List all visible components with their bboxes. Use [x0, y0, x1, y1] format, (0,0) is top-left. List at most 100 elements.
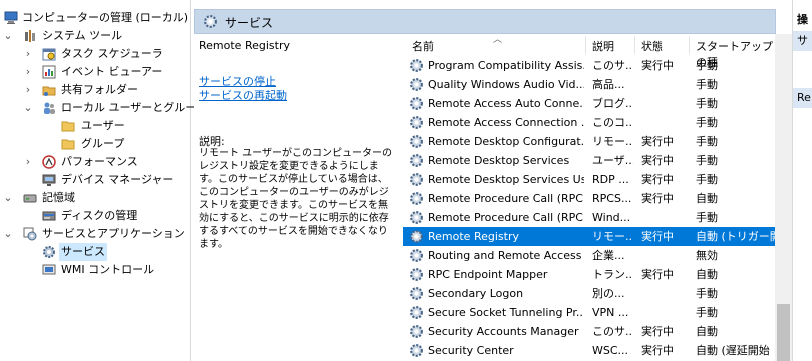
service-status: 実行中 [641, 59, 674, 72]
performance-icon [42, 155, 56, 169]
service-row[interactable]: RPC Endpoint Mapper トラン... 実行中 自動 [403, 265, 775, 284]
service-startup: 自動 [696, 268, 718, 281]
service-description: このコ... [592, 116, 633, 129]
gear-icon [43, 246, 55, 258]
service-row[interactable]: Routing and Remote Access 企業... 無効 [403, 246, 775, 265]
service-description: WSC... [592, 344, 629, 357]
service-gear-icon [410, 97, 423, 110]
column-divider[interactable] [634, 36, 635, 54]
service-row[interactable]: Remote Access Connection ... このコ... 手動 [403, 113, 775, 132]
service-status: 実行中 [641, 135, 674, 148]
service-startup: 手動 [696, 173, 718, 186]
service-row[interactable]: Secondary Logon 別の... 手動 [403, 284, 775, 303]
tree-label: タスク スケジューラ [61, 47, 163, 60]
service-name: Remote Desktop Configurat... [428, 135, 584, 148]
service-startup: 自動 [696, 192, 718, 205]
service-gear-icon [410, 116, 423, 129]
tree-label: ディスクの管理 [61, 209, 138, 222]
service-name: Remote Procedure Call (RPC... [428, 211, 584, 224]
column-divider[interactable] [689, 36, 690, 54]
tree-label: パフォーマンス [61, 155, 138, 168]
chevron-down-icon[interactable]: ⌄ [3, 189, 13, 207]
service-row[interactable]: Quality Windows Audio Vid... 高品... 手動 [403, 75, 775, 94]
scrollbar-thumb[interactable] [777, 304, 790, 361]
service-gear-icon [410, 249, 423, 262]
chevron-right-icon[interactable]: › [23, 81, 33, 99]
chevron-down-icon[interactable]: ⌄ [23, 99, 33, 117]
chevron-down-icon[interactable]: ⌄ [3, 225, 13, 243]
service-name: Remote Registry [428, 230, 519, 243]
column-header-description[interactable]: 説明 [592, 38, 614, 54]
service-status: 実行中 [641, 154, 674, 167]
vertical-scrollbar[interactable] [775, 34, 792, 361]
service-description: RDP ... [592, 173, 629, 186]
column-divider[interactable] [585, 36, 586, 54]
service-status: 実行中 [641, 325, 674, 338]
service-row[interactable]: Remote Access Auto Conne... ブログ... 手動 [403, 94, 775, 113]
service-row[interactable]: Remote Procedure Call (RPC) RPCS... 実行中 自動 [403, 189, 775, 208]
users-group-icon [44, 102, 55, 114]
computer-management-icon [4, 11, 18, 24]
service-detail-panel: Remote Registry サービスの停止 サービスの再起動 説明: リモー… [194, 34, 397, 361]
tree-label: イベント ビューアー [61, 65, 163, 78]
service-row[interactable]: Remote Desktop Configurat... リモー... 実行中 手動 [403, 132, 775, 151]
service-startup: 自動 (トリガー開 [696, 230, 775, 243]
detail-service-name: Remote Registry [199, 39, 290, 52]
service-row[interactable]: Security Center WSC... 実行中 自動 (遅延開始 [403, 341, 775, 360]
disk-management-icon [42, 211, 56, 221]
event-viewer-icon [42, 65, 56, 79]
service-startup: 手動 [696, 287, 718, 300]
header-title: サービス [225, 16, 274, 30]
service-status: 実行中 [641, 268, 674, 281]
service-name: Remote Access Auto Conne... [428, 97, 584, 110]
device-manager-icon [42, 174, 56, 186]
tree-label: デバイス マネージャー [61, 173, 174, 186]
chevron-right-icon[interactable]: › [23, 63, 33, 81]
service-description: このサ... [592, 59, 633, 72]
service-name: Remote Procedure Call (RPC) [428, 192, 584, 205]
service-row[interactable]: Remote Registry リモー... 実行中 自動 (トリガー開 [403, 227, 775, 246]
service-gear-icon [410, 306, 423, 319]
service-startup: 自動 (遅延開始 [696, 344, 770, 357]
service-status: 実行中 [641, 230, 674, 243]
services-applications-icon [23, 227, 37, 241]
service-description: トラン... [592, 268, 633, 281]
service-startup: 無効 [696, 249, 718, 262]
service-row[interactable]: Remote Desktop Services ユーザ... 実行中 手動 [403, 151, 775, 170]
service-description: 高品... [592, 78, 625, 91]
tree-label: WMI コントロール [61, 263, 155, 276]
wmi-control-icon [42, 264, 56, 275]
restart-service-link[interactable]: サービスの再起動 [199, 87, 287, 103]
chevron-down-icon[interactable]: ⌄ [3, 27, 13, 45]
service-status: 実行中 [641, 192, 674, 205]
folder-icon [61, 139, 75, 150]
service-name: Routing and Remote Access [428, 249, 582, 262]
column-header-name[interactable]: 名前 [412, 38, 434, 54]
actions-section-services[interactable]: サ [793, 31, 812, 51]
service-startup: 手動 [696, 306, 718, 319]
column-header-status[interactable]: 状態 [641, 38, 663, 54]
service-name: Remote Access Connection ... [428, 116, 584, 129]
service-gear-icon [410, 192, 423, 205]
actions-pane: 操 サ Re [792, 0, 812, 361]
service-row[interactable]: Remote Procedure Call (RPC... Wind... 手動 [403, 208, 775, 227]
actions-title: 操 [797, 13, 808, 26]
chevron-right-icon[interactable]: › [23, 153, 33, 171]
sort-ascending-icon: ︿ [493, 35, 503, 45]
column-header-row: ︿ 名前 説明 状態 スタートアップの種 [403, 34, 775, 69]
tree-label: グループ [81, 137, 125, 150]
service-status: 実行中 [641, 173, 674, 186]
service-name: Quality Windows Audio Vid... [428, 78, 584, 91]
service-gear-icon [410, 211, 423, 224]
service-description: Wind... [592, 211, 631, 224]
service-row[interactable]: Secure Socket Tunneling Pr... VPN ... 手動 [403, 303, 775, 322]
service-startup: 手動 [696, 78, 718, 91]
tree-label: システム ツール [42, 29, 123, 42]
service-description: ユーザ... [592, 154, 633, 167]
service-row[interactable]: Remote Desktop Services Us... RDP ... 実行中 手… [403, 170, 775, 189]
actions-section-remote-registry[interactable]: Re [793, 88, 812, 108]
service-row[interactable]: Security Accounts Manager このサ... 実行中 自動 [403, 322, 775, 341]
shared-folder-icon [42, 86, 56, 96]
chevron-right-icon[interactable]: › [23, 45, 33, 63]
service-row[interactable]: Program Compatibility Assis... このサ... 実行中 手… [403, 56, 775, 75]
